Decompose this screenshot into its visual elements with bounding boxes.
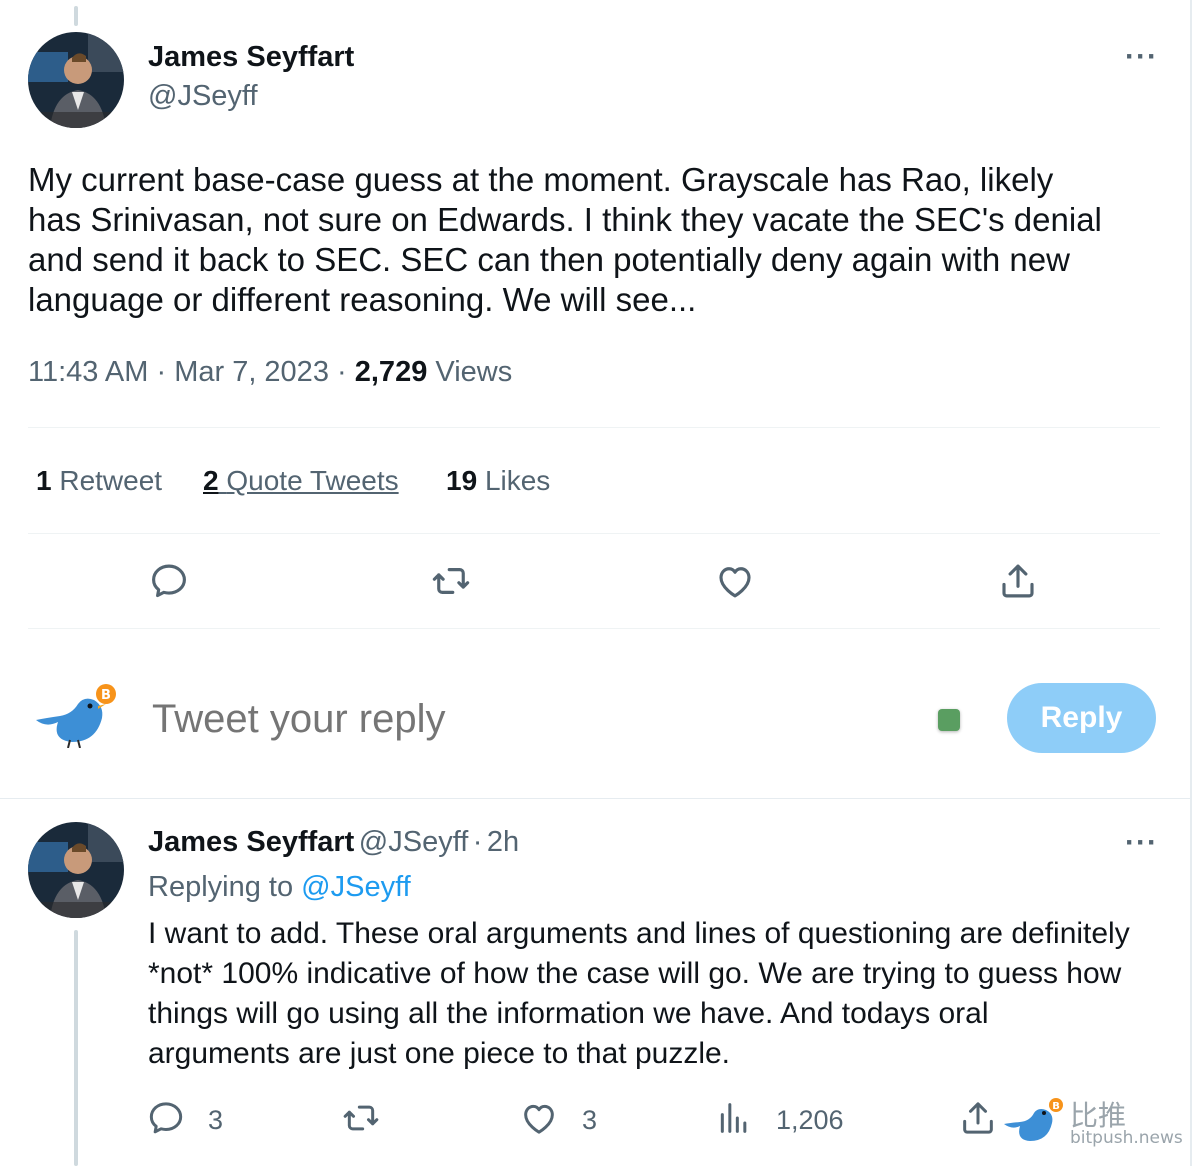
status-dot	[938, 709, 960, 731]
reply-retweet-icon[interactable]	[341, 1098, 381, 1138]
column-border	[1190, 0, 1192, 1166]
likes-count: 19	[446, 465, 478, 496]
reply-text-line: things will go using all the information…	[148, 997, 989, 1030]
quotes-label: Quote Tweets	[226, 465, 399, 496]
tweet-text-line: has Srinivasan, not sure on Edwards. I t…	[28, 201, 1102, 238]
reply-input[interactable]	[152, 694, 852, 744]
tweet-time[interactable]: 11:43 AM	[28, 356, 148, 388]
reply-replies-count: 3	[208, 1105, 224, 1135]
thread-line-reply	[74, 930, 78, 1166]
meta-separator: ·	[156, 356, 167, 388]
replying-to: Replying to @JSeyff	[148, 871, 411, 904]
reply-author-handle[interactable]: @JSeyff	[359, 826, 469, 858]
avatar[interactable]	[28, 32, 124, 128]
author-handle[interactable]: @JSeyff	[148, 80, 258, 113]
reply-icon[interactable]	[148, 560, 190, 602]
analytics-icon[interactable]	[714, 1098, 754, 1138]
tweet-text-line: and send it back to SEC. SEC can then po…	[28, 241, 1070, 278]
author-name[interactable]: James Seyffart	[148, 41, 354, 74]
views-label: Views	[435, 356, 513, 388]
likes-label: Likes	[484, 465, 551, 496]
retweets-label: Retweet	[59, 465, 163, 496]
reply-more-options-icon[interactable]: ···	[1125, 826, 1158, 860]
quote-tweets-stat[interactable]: 2 Quote Tweets	[203, 465, 399, 497]
retweets-stat[interactable]: 1 Retweet	[36, 465, 162, 497]
thread-line-top	[74, 6, 78, 26]
tweet-text-line: language or different reasoning. We will…	[28, 281, 697, 318]
reply-age[interactable]: 2h	[487, 826, 519, 858]
more-options-icon[interactable]: ···	[1125, 40, 1158, 74]
reply-text-line: *not* 100% indicative of how the case wi…	[148, 957, 1122, 990]
like-icon[interactable]	[714, 560, 756, 602]
reply-button[interactable]: Reply	[1007, 683, 1156, 753]
divider	[28, 628, 1160, 629]
tweet-meta: 11:43 AM · Mar 7, 2023 · 2,729 Views	[28, 356, 512, 389]
reply-text-line: arguments are just one piece to that puz…	[148, 1037, 731, 1070]
composer-avatar: B	[30, 678, 122, 749]
tweet-date[interactable]: Mar 7, 2023	[174, 356, 329, 388]
quotes-count: 2	[203, 465, 219, 496]
replying-prefix: Replying to	[148, 871, 294, 903]
replying-handle-link[interactable]: @JSeyff	[301, 871, 411, 903]
watermark: B 比推 bitpush.news	[1000, 1094, 1190, 1150]
share-icon[interactable]	[997, 560, 1039, 602]
views-count: 2,729	[354, 356, 428, 388]
reply-reply-icon[interactable]	[146, 1098, 186, 1138]
reply-like-icon[interactable]	[519, 1098, 559, 1138]
reply-views-count: 1,206	[776, 1105, 844, 1135]
reply-avatar[interactable]	[28, 822, 124, 918]
watermark-brand-en: bitpush.news	[1070, 1128, 1183, 1148]
meta-separator: ·	[337, 356, 347, 388]
reply-header: James Seyffart @JSeyff · 2h	[148, 826, 519, 859]
bitpush-logo-icon: B	[1004, 1098, 1063, 1141]
divider	[0, 798, 1190, 799]
reply-text-line: I want to add. These oral arguments and …	[148, 917, 1130, 950]
divider	[28, 533, 1160, 534]
bird-bitcoin-icon: B	[36, 684, 116, 749]
reply-separator: ·	[472, 826, 483, 858]
reply-text: I want to add. These oral arguments and …	[148, 914, 1130, 1074]
tweet-text-line: My current base-case guess at the moment…	[28, 161, 1054, 198]
svg-text:B: B	[101, 688, 111, 703]
tweet-text: My current base-case guess at the moment…	[28, 160, 1102, 320]
reply-share-icon[interactable]	[958, 1098, 998, 1138]
likes-stat[interactable]: 19 Likes	[446, 465, 550, 497]
svg-text:B: B	[1052, 1101, 1060, 1112]
retweets-count: 1	[36, 465, 52, 496]
reply-likes-count: 3	[582, 1105, 598, 1135]
divider	[28, 427, 1160, 428]
reply-author-name[interactable]: James Seyffart	[148, 826, 354, 858]
retweet-icon[interactable]	[430, 560, 472, 602]
